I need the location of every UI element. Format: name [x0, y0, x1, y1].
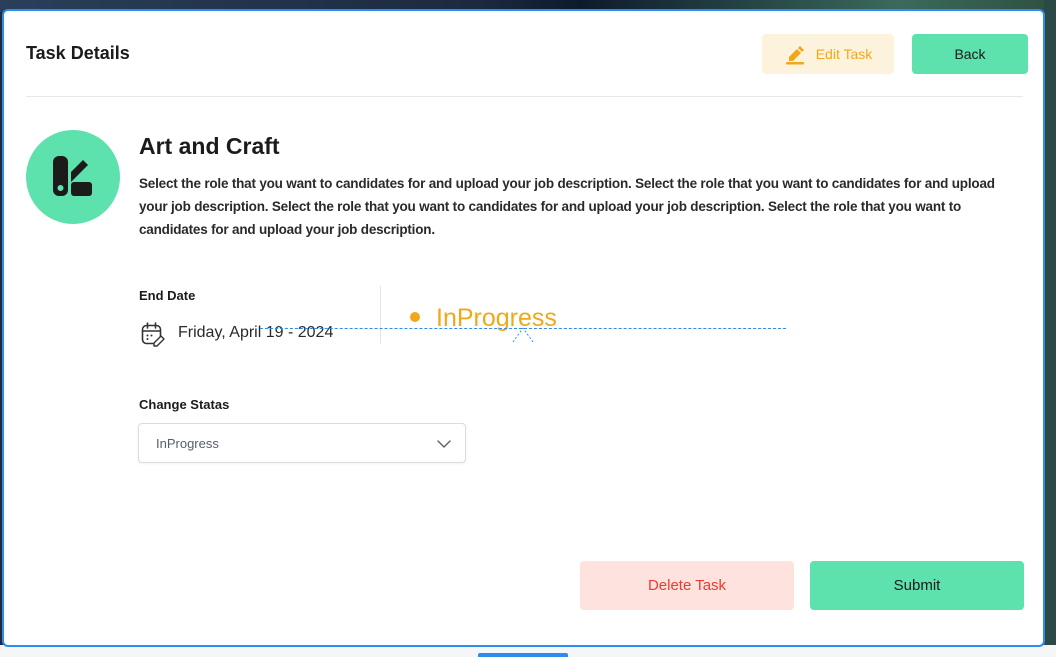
status-select[interactable]: InProgress	[138, 423, 466, 463]
end-date-value: Friday, April 19 - 2024	[178, 324, 334, 341]
background-tab-indicator	[478, 653, 568, 657]
selection-guide-marker	[512, 327, 534, 343]
submit-button[interactable]: Submit	[810, 561, 1024, 610]
status-select-value: InProgress	[156, 436, 219, 451]
logo-glyph	[53, 156, 92, 196]
delete-task-button[interactable]: Delete Task	[580, 561, 794, 610]
header-divider	[26, 96, 1023, 97]
modal-title: Task Details	[26, 43, 130, 63]
background-right-strip	[1044, 0, 1056, 657]
calendar-edit-icon	[141, 322, 165, 347]
task-description: Select the role that you want to candida…	[139, 176, 995, 237]
end-date-label: End Date	[139, 288, 196, 303]
task-details-modal: Task Details Edit Task Back Art and Craf…	[2, 9, 1045, 647]
vertical-separator	[380, 286, 381, 344]
chevron-down-icon	[437, 440, 451, 448]
edit-task-button[interactable]: Edit Task	[762, 34, 894, 74]
pencil-icon	[785, 46, 804, 65]
edit-task-label: Edit Task	[815, 46, 873, 62]
change-status-label: Change Statas	[139, 397, 230, 412]
modal-header: Task Details Edit Task Back	[4, 11, 1043, 97]
app-logo-icon	[26, 130, 120, 224]
back-button[interactable]: Back	[912, 34, 1028, 74]
task-name: Art and Craft	[139, 133, 280, 159]
status-dot	[410, 312, 420, 322]
